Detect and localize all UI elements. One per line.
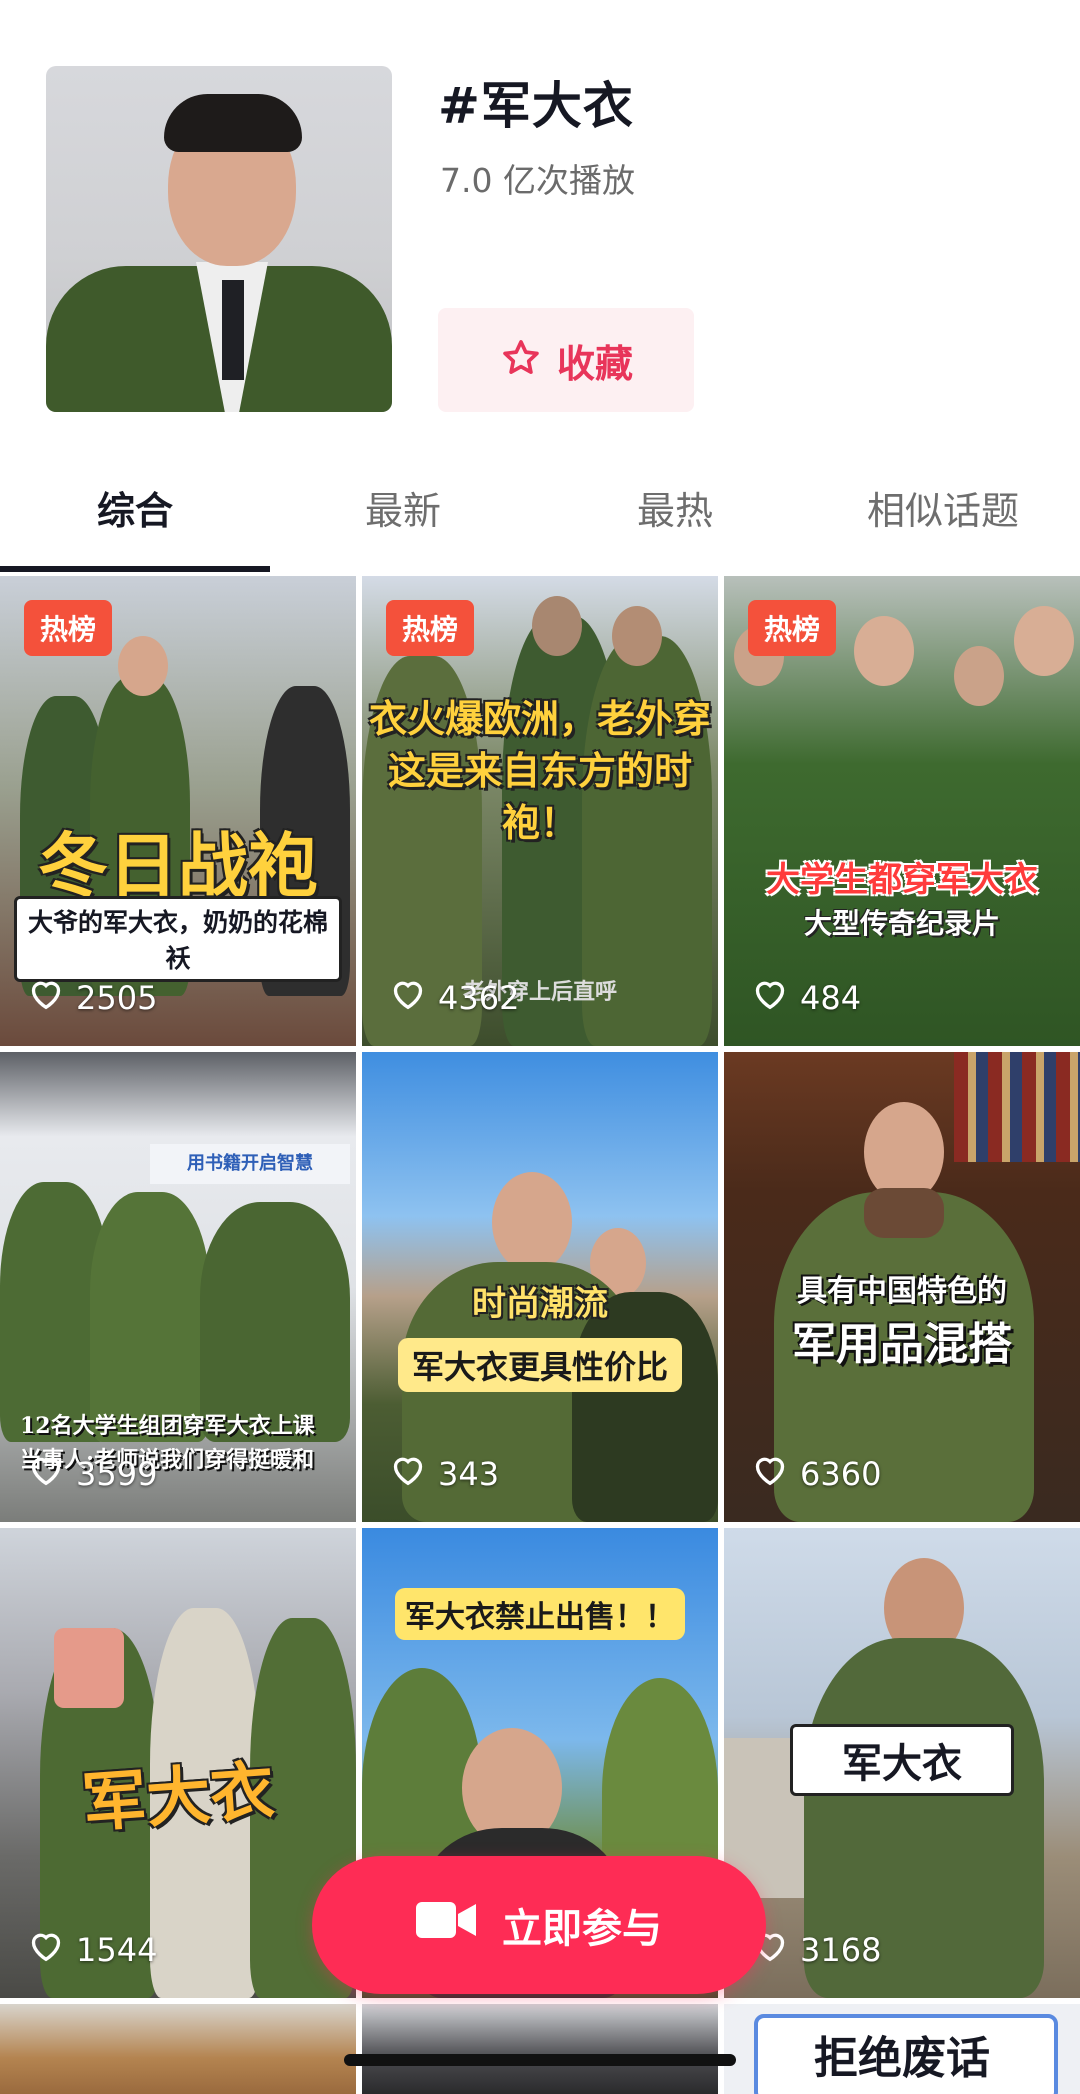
join-now-button[interactable]: 立即参与 [312,1856,766,1994]
video-card[interactable]: 拒绝废话 [724,2004,1080,2094]
topic-title: #军大衣 [438,77,634,135]
like-count-value: 2505 [76,979,158,1017]
heart-icon [26,1926,66,1974]
video-subcaption: 大爷的军大衣，奶奶的花棉袄 [14,896,342,982]
video-card[interactable] [0,2004,356,2094]
hot-list-badge: 热榜 [24,600,112,656]
video-caption: 大学生都穿军大衣 [766,860,1038,900]
heart-icon [26,974,66,1022]
topic-cover-image [46,66,392,412]
tab-comprehensive[interactable]: 综合 [60,480,210,574]
video-caption: 衣火爆欧洲，老外穿 [368,697,711,741]
home-indicator[interactable] [344,2054,736,2066]
video-card[interactable]: 军大衣 3168 [724,1528,1080,1998]
video-caption-line2: 军用品混搭 [792,1319,1012,1370]
hot-list-badge: 热榜 [386,600,474,656]
heart-icon [750,974,790,1022]
active-tab-indicator [0,566,270,572]
hot-list-badge: 热榜 [748,600,836,656]
like-count: 2505 [26,974,157,1022]
favorite-label: 收藏 [556,341,633,386]
like-count-value: 484 [800,979,862,1017]
video-card[interactable]: 时尚潮流 军大衣更具性价比 343 [362,1052,718,1522]
like-count-value: 1544 [76,1931,158,1969]
video-card[interactable]: 热榜 大学生都穿军大衣 大型传奇纪录片 484 [724,576,1080,1046]
like-count-value: 3168 [800,1931,882,1969]
like-count: 3168 [750,1926,881,1974]
like-count: 484 [750,974,861,1022]
like-count-value: 343 [438,1455,500,1493]
video-caption: 军大衣禁止出售！！ [395,1588,685,1640]
favorite-button[interactable]: 收藏 [438,308,694,412]
video-caption: 具有中国特色的 [797,1274,1007,1309]
video-caption-line2: 这是来自东方的时 [387,749,692,793]
like-count: 1544 [26,1926,157,1974]
star-icon [499,336,543,384]
video-card[interactable]: 用书籍开启智慧 12名大学生组团穿军大衣上课 当事人:老师说我们穿得挺暖和 35… [0,1052,356,1522]
banner-text: 用书籍开启智慧 [150,1144,350,1184]
like-count-value: 3599 [76,1455,158,1493]
like-count: 3599 [26,1450,157,1498]
heart-icon [388,1450,428,1498]
tab-similar-topics[interactable]: 相似话题 [838,480,1048,574]
video-caption: 拒绝废话 [814,2033,990,2084]
tab-bar: 综合 最新 最热 相似话题 [0,480,1080,574]
tab-hottest[interactable]: 最热 [600,480,750,574]
heart-icon [26,1450,66,1498]
video-card[interactable] [362,2004,718,2094]
tab-latest[interactable]: 最新 [328,480,478,574]
video-caption: 军大衣 [790,1724,1014,1796]
heart-icon [750,1450,790,1498]
video-camera-icon [416,1898,476,1952]
like-count: 343 [388,1450,499,1498]
video-card[interactable]: 热榜 冬日战袍 大爷的军大衣，奶奶的花棉袄 2505 [0,576,356,1046]
like-count: 6360 [750,1450,881,1498]
video-card[interactable]: 具有中国特色的 军用品混搭 6360 [724,1052,1080,1522]
like-count: 4362 [388,974,519,1022]
like-count-value: 6360 [800,1455,882,1493]
video-card[interactable]: 热榜 衣火爆欧洲，老外穿 这是来自东方的时 袍！ 老外穿上后直呼 4362 [362,576,718,1046]
video-caption: 时尚潮流 [472,1284,608,1324]
join-now-label: 立即参与 [502,1906,662,1952]
video-caption-line3: 袍！ [501,801,578,845]
heart-icon [388,974,428,1022]
like-count-value: 4362 [438,979,520,1017]
play-count: 7.0 亿次播放 [440,161,635,200]
video-caption: 12名大学生组团穿军大衣上课 [20,1413,315,1439]
video-card[interactable]: 军大衣 1544 [0,1528,356,1998]
video-subcaption: 大型传奇纪录片 [803,907,1000,940]
video-subcaption: 军大衣更具性价比 [397,1338,682,1392]
